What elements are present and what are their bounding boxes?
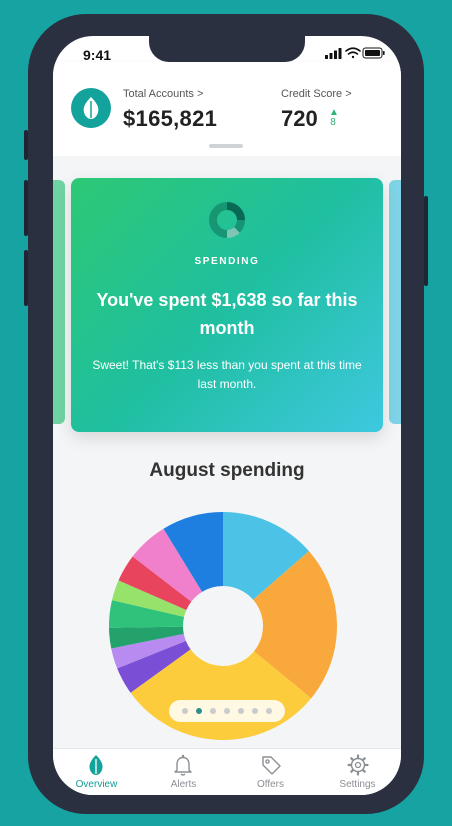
tab-settings[interactable]: Settings — [314, 749, 401, 795]
pager-dot[interactable] — [252, 708, 258, 714]
spending-card[interactable]: SPENDING You've spent $1,638 so far this… — [71, 178, 383, 432]
credit-score-link[interactable]: Credit Score > — [281, 88, 352, 100]
next-card-peek[interactable] — [389, 180, 401, 424]
pager-dot[interactable] — [238, 708, 244, 714]
tag-icon — [262, 756, 281, 775]
battery-icon — [362, 47, 385, 59]
pager-dot[interactable] — [210, 708, 216, 714]
status-time: 9:41 — [83, 47, 112, 63]
app-logo — [71, 88, 111, 128]
summary-header: Total Accounts > $165,821 Credit Score >… — [53, 62, 401, 156]
card-title: You've spent $1,638 so far this month — [96, 290, 358, 338]
pager-dots[interactable] — [169, 700, 285, 722]
tab-offers[interactable]: Offers — [227, 749, 314, 795]
credit-score-change-value: 8 — [330, 117, 336, 128]
volume-down-button — [24, 250, 28, 306]
card-subtitle: Sweet! That's $113 less than you spent a… — [92, 358, 362, 391]
pager-dot[interactable] — [266, 708, 272, 714]
tab-alerts[interactable]: Alerts — [140, 749, 227, 795]
spending-ring-icon — [209, 202, 245, 238]
pager-dot[interactable] — [182, 708, 188, 714]
card-eyebrow: SPENDING — [194, 256, 260, 267]
pager-dot[interactable] — [224, 708, 230, 714]
total-accounts-value: $165,821 — [123, 106, 218, 131]
tab-overview[interactable]: Overview — [53, 749, 140, 795]
volume-up-button — [24, 180, 28, 236]
content-area: SPENDING You've spent $1,638 so far this… — [53, 156, 401, 748]
leaf-logo-icon — [83, 97, 99, 119]
mute-switch — [24, 130, 28, 160]
chart-title: August spending — [149, 460, 305, 481]
wifi-icon — [345, 47, 361, 59]
tab-label: Alerts — [170, 779, 197, 790]
status-icons — [325, 46, 385, 60]
tab-label: Settings — [339, 779, 376, 790]
signal-icon — [325, 48, 342, 59]
notch — [149, 36, 305, 62]
gear-icon — [347, 754, 369, 776]
drag-handle[interactable] — [209, 144, 243, 148]
total-accounts-link[interactable]: Total Accounts > — [123, 88, 203, 100]
previous-card-peek[interactable] — [53, 180, 65, 424]
bell-icon — [174, 754, 192, 776]
tab-bar: Overview Alerts Offers Settings — [53, 748, 401, 795]
tab-label: Offers — [256, 779, 285, 790]
leaf-icon — [89, 755, 103, 775]
app-screen: Total Accounts > $165,821 Credit Score >… — [53, 36, 401, 795]
credit-score-change: ▲ 8 — [329, 108, 339, 128]
credit-score-value: 720 — [281, 106, 318, 131]
tab-label: Overview — [75, 779, 118, 790]
power-button — [424, 196, 428, 286]
pager-dot[interactable] — [196, 708, 202, 714]
